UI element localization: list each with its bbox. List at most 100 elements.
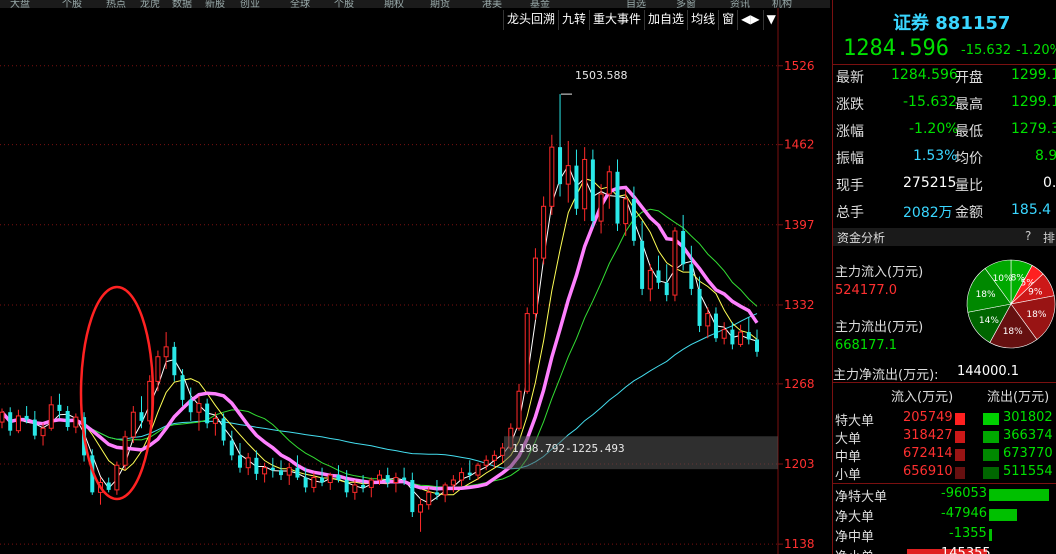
divider — [833, 382, 1056, 383]
candle-body — [254, 457, 259, 474]
quote-panel: 证券 881157 1284.596 -15.632 -1.20% 最新 128… — [832, 0, 1056, 554]
quote-label: 量比 — [955, 178, 983, 194]
candlestick-chart[interactable]: 1526 1462 1397 1332 1268 1203 1138 1503.588 11… — [0, 0, 832, 554]
menu-events[interactable]: 重大事件 — [589, 10, 644, 30]
outflow-bar — [983, 467, 999, 479]
outflow-value: 366374 — [1003, 428, 1053, 443]
candle-body — [155, 356, 161, 382]
quote-value: 0. — [1043, 175, 1056, 191]
high-price-label: 1503.588 — [575, 69, 628, 82]
current-price: 1284.596 — [843, 36, 949, 61]
candle-body — [623, 198, 629, 225]
quote-value: 2082万 — [903, 205, 953, 221]
quote-row: 涨跌 -15.632 最高 1299.1 — [833, 94, 1056, 121]
candle-body — [434, 492, 439, 495]
help-button[interactable]: ? — [1025, 229, 1031, 243]
outflow-value: 673770 — [1003, 446, 1053, 461]
column-header: 流出(万元) — [987, 390, 1050, 405]
quote-label: 金额 — [955, 205, 983, 221]
y-tick-label: 1526 — [784, 59, 815, 73]
candle-body — [65, 410, 70, 428]
outflow-bar — [983, 431, 999, 443]
quote-row: 总手 2082万 金额 185.4 — [833, 202, 1056, 229]
net-bar — [989, 529, 992, 541]
candle-body — [106, 482, 111, 490]
net-bar — [989, 489, 1049, 501]
capital-analysis-header: 资金分析 ? 排 — [833, 228, 1056, 246]
candle-body — [467, 472, 472, 476]
menu-window[interactable]: 窗 — [718, 10, 737, 30]
row-label: 特大单 — [835, 414, 875, 429]
main-inflow-label: 主力流入(万元) — [835, 265, 924, 280]
outflow-value: 301802 — [1003, 410, 1053, 425]
row-label: 小单 — [835, 468, 862, 483]
candle-body — [664, 282, 669, 296]
row-label: 大单 — [835, 432, 862, 447]
candle-body — [237, 455, 242, 468]
candle-body — [122, 436, 128, 466]
pie-label: 18% — [1026, 310, 1046, 320]
index-title: 证券 881157 — [893, 13, 1011, 34]
candle-body — [245, 457, 251, 469]
menu-ma[interactable]: 均线 — [687, 10, 718, 30]
menu-longtou[interactable]: 龙头回溯 — [503, 10, 558, 30]
candle-body — [631, 198, 636, 241]
quote-row: 振幅 1.53% 均价 8.9 — [833, 148, 1056, 175]
candle-body — [483, 459, 489, 466]
divider — [833, 64, 1056, 65]
candle-body — [524, 313, 530, 392]
candle-body — [221, 418, 226, 441]
candle-body — [8, 412, 13, 431]
candle-body — [180, 375, 185, 400]
quote-label: 涨幅 — [836, 124, 864, 140]
candle-body — [57, 404, 62, 411]
menu-add-favorite[interactable]: 加自选 — [644, 10, 687, 30]
pie-label: 18% — [1003, 327, 1023, 337]
candle-body — [361, 484, 366, 488]
quote-row: 现手 275215 量比 0. — [833, 175, 1056, 202]
menu-arrows-icon[interactable]: ◀▶ — [737, 10, 762, 30]
menu-dropdown-icon[interactable]: ▼ — [762, 10, 779, 30]
y-tick-label: 1268 — [784, 377, 815, 391]
candle-body — [697, 288, 702, 326]
candle-body — [368, 479, 374, 488]
price-change: -15.632 — [961, 43, 1012, 58]
quote-value: 275215 — [903, 175, 957, 191]
table-row: 小单 656910 511554 — [833, 464, 1056, 483]
table-row: 特大单 205749 301802 — [833, 410, 1056, 429]
quote-value: 1.53% — [913, 148, 958, 164]
net-row: 净大单 -47946 — [833, 506, 1056, 525]
candle-body — [212, 417, 218, 424]
candle-body — [689, 264, 694, 289]
inflow-value: 318427 — [903, 428, 953, 443]
candle-body — [500, 447, 506, 456]
rank-button[interactable]: 排 — [1043, 229, 1055, 246]
candle-body — [32, 419, 37, 436]
candle-body — [393, 477, 399, 483]
candle-body — [681, 230, 686, 265]
row-label: 中单 — [835, 450, 862, 465]
candle-body — [647, 269, 653, 290]
pie-label: 10% — [993, 274, 1013, 284]
quote-value: 1299.1 — [1011, 67, 1056, 83]
net-label: 净中单 — [835, 530, 875, 545]
menu-jiuzhuan[interactable]: 九转 — [558, 10, 589, 30]
candle-body — [188, 399, 193, 413]
y-tick-label: 1332 — [784, 298, 815, 312]
candle-body — [196, 403, 202, 413]
pie-label: 18% — [976, 290, 996, 300]
quote-label: 现手 — [836, 178, 864, 194]
candle-body — [402, 477, 407, 481]
candle-body — [418, 504, 424, 513]
candle-body — [311, 477, 317, 488]
candle-body — [262, 467, 268, 475]
outflow-bar — [983, 413, 999, 425]
candle-body — [738, 331, 744, 345]
candle-body — [541, 205, 547, 259]
net-outflow-value: 144000.1 — [957, 364, 1020, 379]
y-tick-label: 1138 — [784, 537, 815, 551]
y-tick-label: 1397 — [784, 218, 815, 232]
candle-body — [755, 339, 759, 352]
net-label: 净大单 — [835, 510, 875, 525]
section-title: 资金分析 — [837, 231, 886, 245]
